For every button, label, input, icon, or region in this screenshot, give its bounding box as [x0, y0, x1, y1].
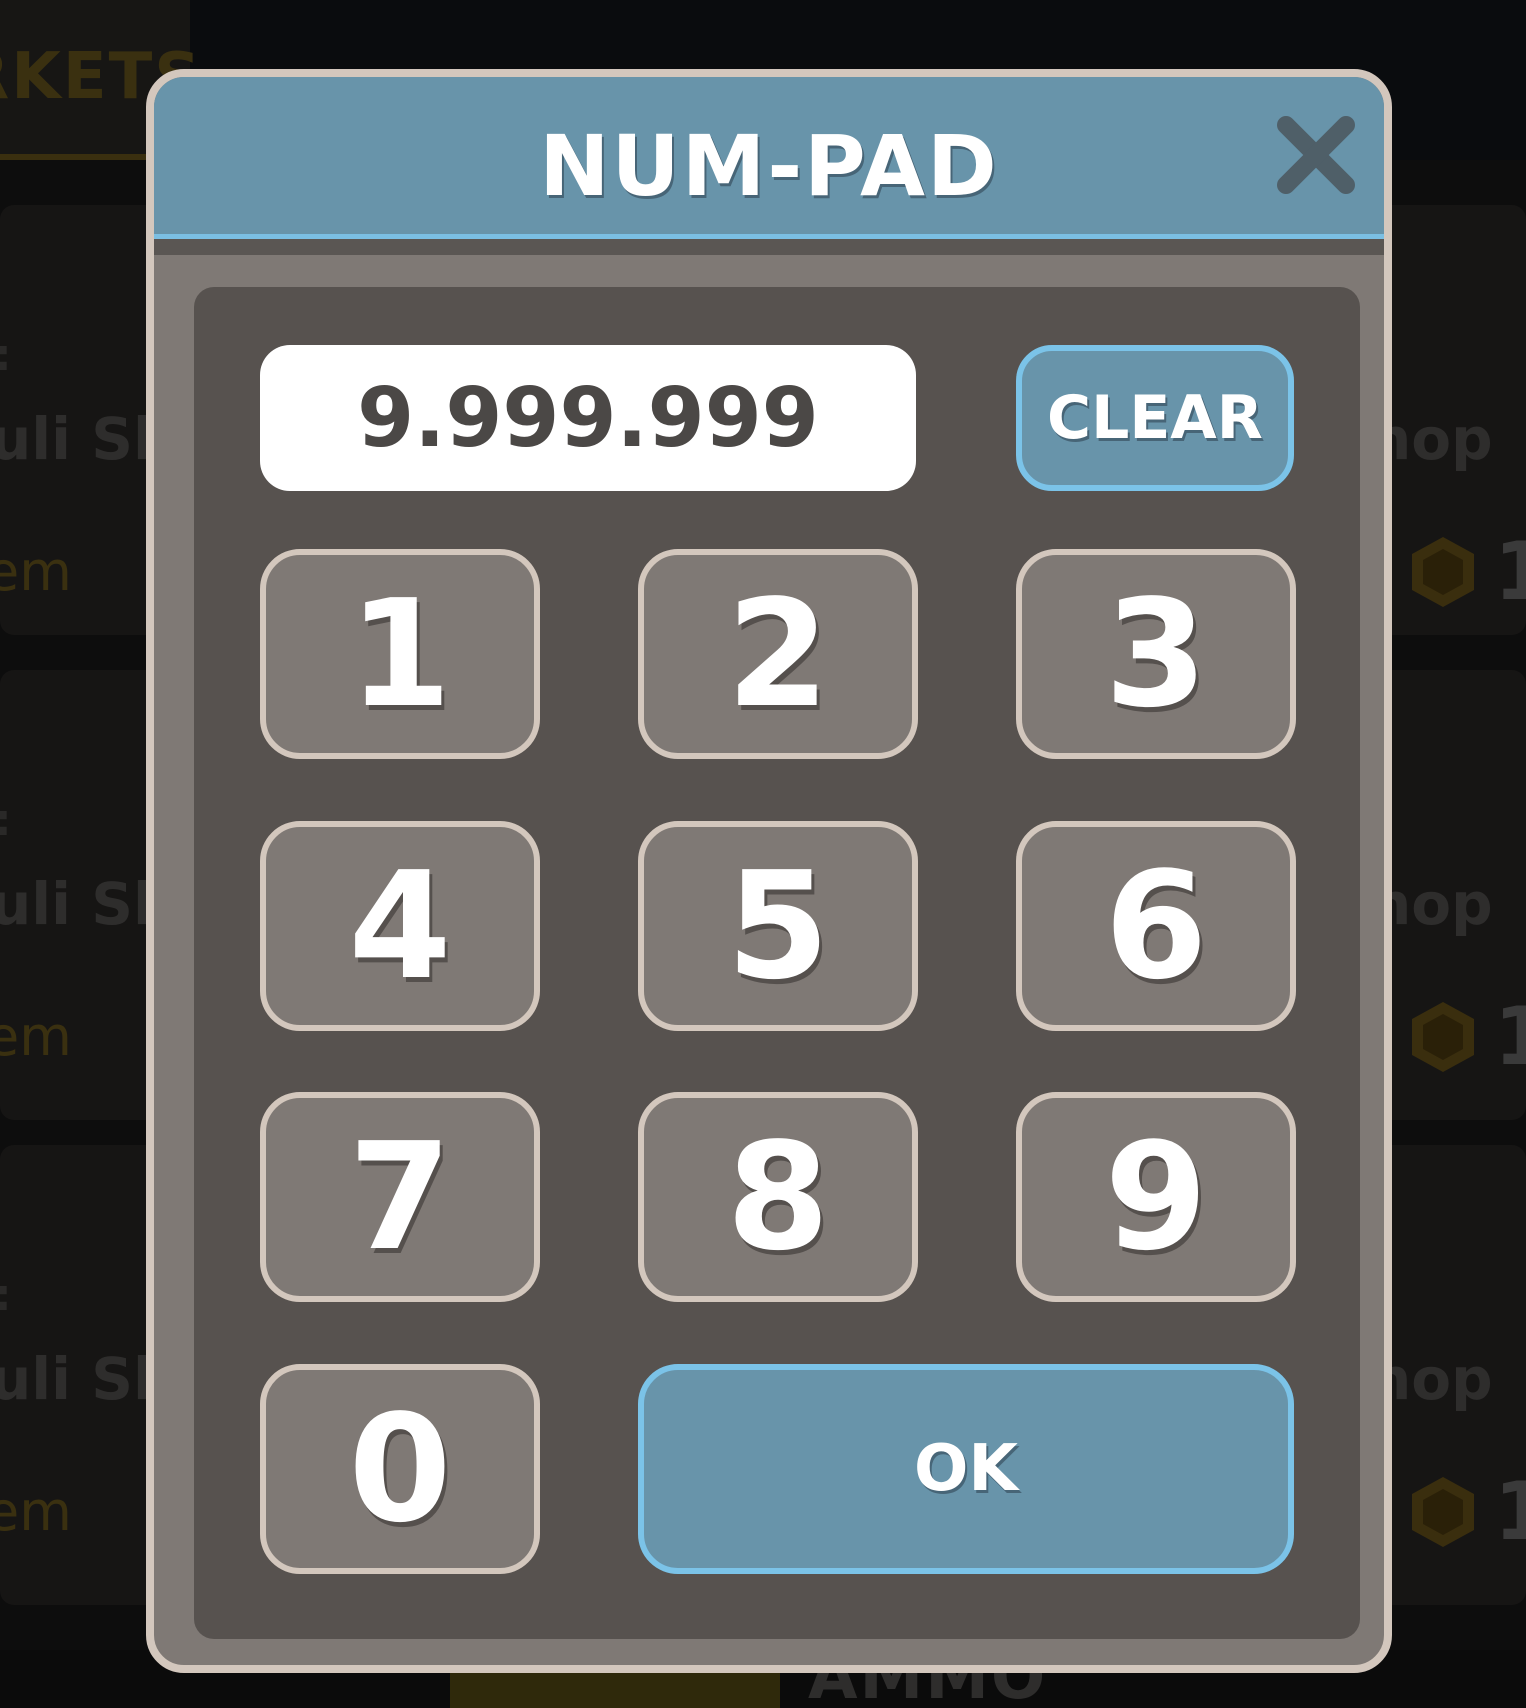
hexagon-coin-icon: [1412, 537, 1474, 607]
background-label: :: [0, 1270, 12, 1321]
background-item-label: em: [0, 1005, 72, 1068]
key-2-button[interactable]: 2: [638, 549, 918, 759]
key-6-button[interactable]: 6: [1016, 821, 1296, 1031]
key-5-button[interactable]: 5: [638, 821, 918, 1031]
key-3-button[interactable]: 3: [1016, 549, 1296, 759]
hexagon-coin-icon: [1412, 1477, 1474, 1547]
background-item-label: em: [0, 1480, 72, 1543]
ok-button[interactable]: OK: [638, 1364, 1294, 1574]
dialog-header: NUM-PAD: [154, 77, 1384, 239]
background-item-label: em: [0, 540, 72, 603]
key-7-button[interactable]: 7: [260, 1092, 540, 1302]
key-9-button[interactable]: 9: [1016, 1092, 1296, 1302]
key-4-button[interactable]: 4: [260, 821, 540, 1031]
key-1-button[interactable]: 1: [260, 549, 540, 759]
hexagon-coin-icon: [1412, 1002, 1474, 1072]
header-divider: [154, 239, 1384, 255]
numpad-dialog: NUM-PAD CLEAR 1 2 3 4 5 6 7 8 9 0 OK: [146, 69, 1392, 1673]
dialog-title: NUM-PAD: [539, 117, 999, 215]
numpad-value-field[interactable]: [260, 345, 916, 491]
background-label: :: [0, 795, 12, 846]
background-price: 1: [1494, 1465, 1526, 1558]
key-0-button[interactable]: 0: [260, 1364, 540, 1574]
clear-button[interactable]: CLEAR: [1016, 345, 1294, 491]
background-label: :: [0, 330, 12, 381]
background-price: 1: [1494, 525, 1526, 618]
close-icon: [1277, 116, 1355, 194]
key-8-button[interactable]: 8: [638, 1092, 918, 1302]
numpad-panel: CLEAR 1 2 3 4 5 6 7 8 9 0 OK: [194, 287, 1360, 1639]
background-price: 1: [1494, 990, 1526, 1083]
close-button[interactable]: [1274, 113, 1358, 197]
screen: RKETS : uli She hop em 1 : uli She hop e…: [0, 0, 1526, 1708]
